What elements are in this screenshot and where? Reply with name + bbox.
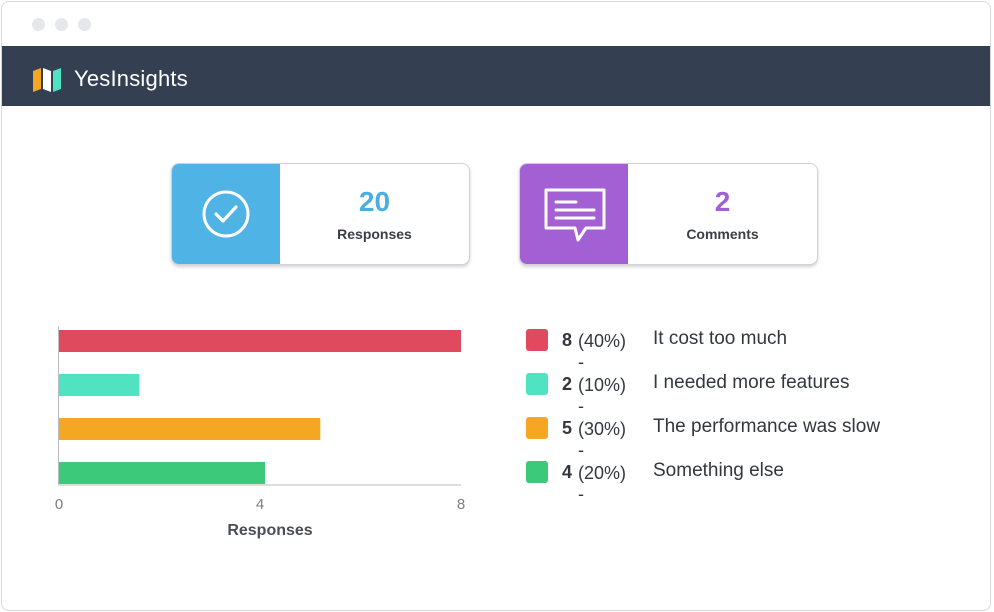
responses-bar-chart: 0 4 8 Responses: [55, 326, 465, 539]
legend-label: Something else: [653, 460, 784, 481]
comments-stat-card: 2 Comments: [519, 163, 818, 265]
legend-label: It cost too much: [653, 328, 788, 349]
legend-swatch: [526, 417, 548, 439]
legend-swatch: [526, 329, 548, 351]
comments-label: Comments: [686, 226, 759, 242]
x-axis-label: Responses: [227, 522, 312, 539]
responses-label: Responses: [337, 226, 412, 242]
chart-bar: [59, 330, 461, 352]
check-circle-icon: [202, 190, 250, 238]
x-tick-label: 0: [55, 496, 63, 513]
chart-bar: [59, 374, 140, 396]
legend-swatch: [526, 461, 548, 483]
legend-count: 4: [562, 462, 573, 482]
legend-percent: (20%) -: [578, 463, 627, 504]
map-logo-icon: [33, 68, 61, 92]
x-tick-label: 4: [256, 496, 264, 513]
chart-bar: [59, 418, 321, 440]
window-control-dot[interactable]: [32, 18, 45, 31]
brand-name: YesInsights: [74, 66, 188, 91]
legend-percent: (30%) -: [578, 419, 627, 460]
legend-swatch: [526, 373, 548, 395]
legend-count: 2: [562, 374, 573, 394]
window-titlebar: [2, 2, 990, 47]
window-control-dot[interactable]: [55, 18, 68, 31]
responses-stat-card: 20 Responses: [171, 163, 470, 265]
x-tick-label: 8: [457, 496, 465, 513]
legend-percent: (40%) -: [578, 331, 627, 372]
comment-bubble-icon: [544, 188, 606, 242]
comments-count: 2: [714, 186, 731, 217]
responses-icon-panel: [172, 164, 280, 264]
chart-bar: [59, 462, 266, 484]
legend-count: 8: [562, 330, 573, 350]
legend-label: I needed more features: [653, 372, 850, 393]
legend-label: The performance was slow: [653, 416, 881, 437]
comments-icon-panel: [520, 164, 628, 264]
responses-count: 20: [358, 186, 391, 217]
window-control-dot[interactable]: [78, 18, 91, 31]
legend-percent: (10%) -: [578, 375, 627, 416]
legend-count: 5: [562, 418, 573, 438]
app-header: YesInsights: [2, 46, 990, 106]
